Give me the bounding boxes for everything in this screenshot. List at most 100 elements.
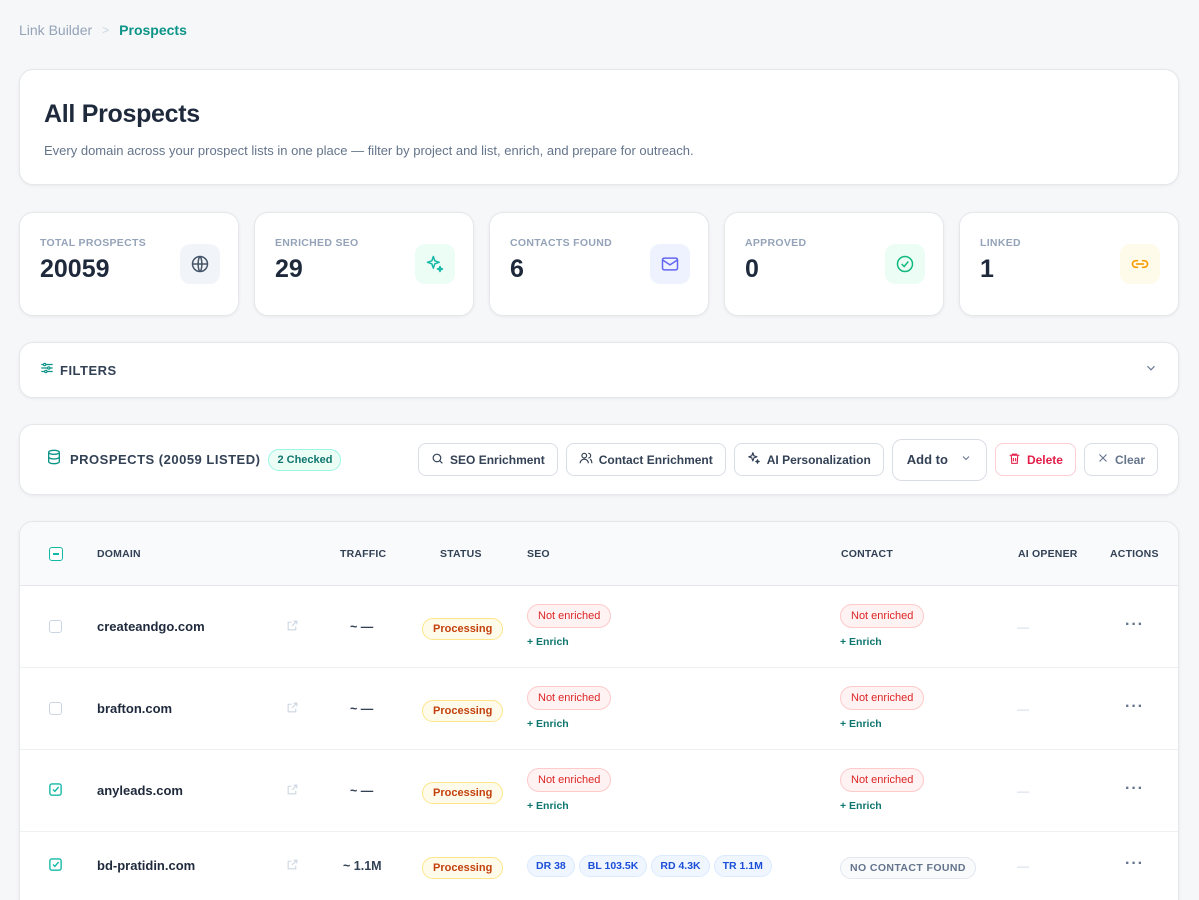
domain-name[interactable]: createandgo.com [97, 619, 205, 634]
clear-label: Clear [1114, 452, 1145, 467]
seo-enrich-link[interactable]: + Enrich [527, 718, 611, 730]
column-header-status[interactable]: STATUS [440, 548, 482, 560]
domain-name[interactable]: bd-pratidin.com [97, 858, 195, 873]
seo-enrich-link[interactable]: + Enrich [527, 636, 611, 648]
contact-enrich-link[interactable]: + Enrich [840, 800, 924, 812]
breadcrumb-link-builder[interactable]: Link Builder [19, 22, 92, 38]
contact-status-badge: Not enriched [840, 604, 925, 628]
select-all-checkbox[interactable] [49, 547, 63, 561]
delete-label: Delete [1026, 452, 1063, 467]
prospects-toolbar: PROSPECTS (20059 LISTED) 2 Checked SEO E… [19, 424, 1179, 495]
external-link-icon[interactable] [286, 783, 299, 801]
delete-button[interactable]: Delete [994, 443, 1076, 476]
ai-opener-value: — [1017, 859, 1029, 873]
page-header-card: All Prospects Every domain across your p… [19, 69, 1179, 185]
seo-enrich-link[interactable]: + Enrich [527, 800, 611, 812]
seo-metrics: DR 38 BL 103.5K RD 4.3K TR 1.1M [527, 855, 776, 877]
seo-cell: Not enriched + Enrich [527, 604, 612, 648]
external-link-icon[interactable] [286, 858, 299, 876]
column-header-domain[interactable]: DOMAIN [97, 548, 141, 560]
chevron-down-icon [1144, 361, 1158, 380]
row-actions-menu[interactable]: ··· [1125, 780, 1144, 798]
domain-name[interactable]: anyleads.com [97, 783, 183, 798]
status-badge: Processing [422, 782, 504, 804]
contact-cell: Not enriched + Enrich [840, 604, 925, 648]
traffic-value: ~ 1.1M [343, 859, 382, 873]
contact-cell: Not enriched + Enrich [840, 686, 925, 730]
prospects-table: DOMAIN TRAFFIC STATUS SEO CONTACT AI OPE… [19, 521, 1179, 900]
column-header-contact: CONTACT [841, 548, 893, 560]
contact-enrich-link[interactable]: + Enrich [840, 718, 924, 730]
sparkles-icon [415, 244, 455, 284]
sliders-icon [40, 361, 54, 380]
add-to-dropdown[interactable]: Add to [891, 438, 987, 481]
link-icon [1120, 244, 1160, 284]
row-checkbox[interactable] [49, 620, 62, 633]
chevron-down-icon [960, 452, 972, 467]
contact-enrichment-button[interactable]: Contact Enrichment [565, 443, 726, 476]
breadcrumb: Link Builder > Prospects [19, 22, 187, 38]
domain-name[interactable]: brafton.com [97, 701, 172, 716]
ai-opener-value: — [1017, 784, 1029, 798]
table-row: createandgo.com ~ — Processing Not enric… [20, 586, 1178, 668]
close-icon [1097, 452, 1109, 467]
ai-opener-value: — [1017, 620, 1029, 634]
seo-metric-dr: DR 38 [527, 855, 575, 877]
search-icon [431, 452, 444, 468]
status-badge: Processing [422, 700, 504, 722]
mail-icon [650, 244, 690, 284]
contact-enrich-link[interactable]: + Enrich [840, 636, 924, 648]
external-link-icon[interactable] [286, 619, 299, 637]
seo-metric-rd: RD 4.3K [651, 855, 710, 877]
seo-enrichment-button[interactable]: SEO Enrichment [418, 443, 558, 476]
column-header-seo: SEO [527, 548, 550, 560]
seo-metric-bl: BL 103.5K [578, 855, 648, 877]
page-title: All Prospects [44, 100, 200, 128]
filters-panel-toggle[interactable]: FILTERS [19, 342, 1179, 398]
traffic-value: ~ — [350, 620, 374, 634]
column-header-actions: ACTIONS [1110, 548, 1159, 560]
check-circle-icon [885, 244, 925, 284]
stat-card-approved: APPROVED 0 [724, 212, 944, 316]
table-header: DOMAIN TRAFFIC STATUS SEO CONTACT AI OPE… [20, 522, 1178, 586]
status-badge: Processing [422, 857, 504, 879]
stat-card-total-prospects: TOTAL PROSPECTS 20059 [19, 212, 239, 316]
users-icon [579, 451, 593, 468]
seo-metric-tr: TR 1.1M [713, 855, 772, 877]
row-actions-menu[interactable]: ··· [1125, 855, 1144, 873]
table-row: brafton.com ~ — Processing Not enriched … [20, 668, 1178, 750]
stat-card-linked: LINKED 1 [959, 212, 1179, 316]
row-checkbox-checked[interactable] [48, 857, 63, 877]
globe-icon [180, 244, 220, 284]
sparkles-icon [747, 451, 761, 468]
row-checkbox-checked[interactable] [48, 782, 63, 802]
seo-status-badge: Not enriched [527, 686, 612, 710]
row-actions-menu[interactable]: ··· [1125, 698, 1144, 716]
seo-status-badge: Not enriched [527, 604, 612, 628]
external-link-icon[interactable] [286, 701, 299, 719]
contact-cell: Not enriched + Enrich [840, 768, 925, 812]
row-checkbox[interactable] [49, 702, 62, 715]
prospects-count-title: PROSPECTS (20059 LISTED) [70, 452, 261, 467]
contact-enrichment-label: Contact Enrichment [598, 452, 713, 467]
status-badge: Processing [422, 618, 504, 640]
ai-opener-value: — [1017, 702, 1029, 716]
seo-enrichment-label: SEO Enrichment [450, 452, 545, 467]
traffic-value: ~ — [350, 702, 374, 716]
clear-button[interactable]: Clear [1083, 443, 1158, 476]
column-header-traffic[interactable]: TRAFFIC [340, 548, 386, 560]
contact-status-badge: NO CONTACT FOUND [840, 857, 976, 879]
table-row: bd-pratidin.com ~ 1.1M Processing DR 38 B… [20, 832, 1178, 900]
ai-personalization-button[interactable]: AI Personalization [733, 443, 884, 476]
contact-status-badge: Not enriched [840, 768, 925, 792]
row-actions-menu[interactable]: ··· [1125, 616, 1144, 634]
contact-status-badge: Not enriched [840, 686, 925, 710]
checked-count-badge: 2 Checked [268, 448, 342, 471]
seo-status-badge: Not enriched [527, 768, 612, 792]
traffic-value: ~ — [350, 784, 374, 798]
page-subtitle: Every domain across your prospect lists … [44, 143, 694, 158]
indeterminate-mark [53, 553, 59, 555]
breadcrumb-prospects: Prospects [119, 22, 187, 38]
stat-card-contacts-found: CONTACTS FOUND 6 [489, 212, 709, 316]
column-header-ai-opener: AI OPENER [1018, 548, 1078, 560]
